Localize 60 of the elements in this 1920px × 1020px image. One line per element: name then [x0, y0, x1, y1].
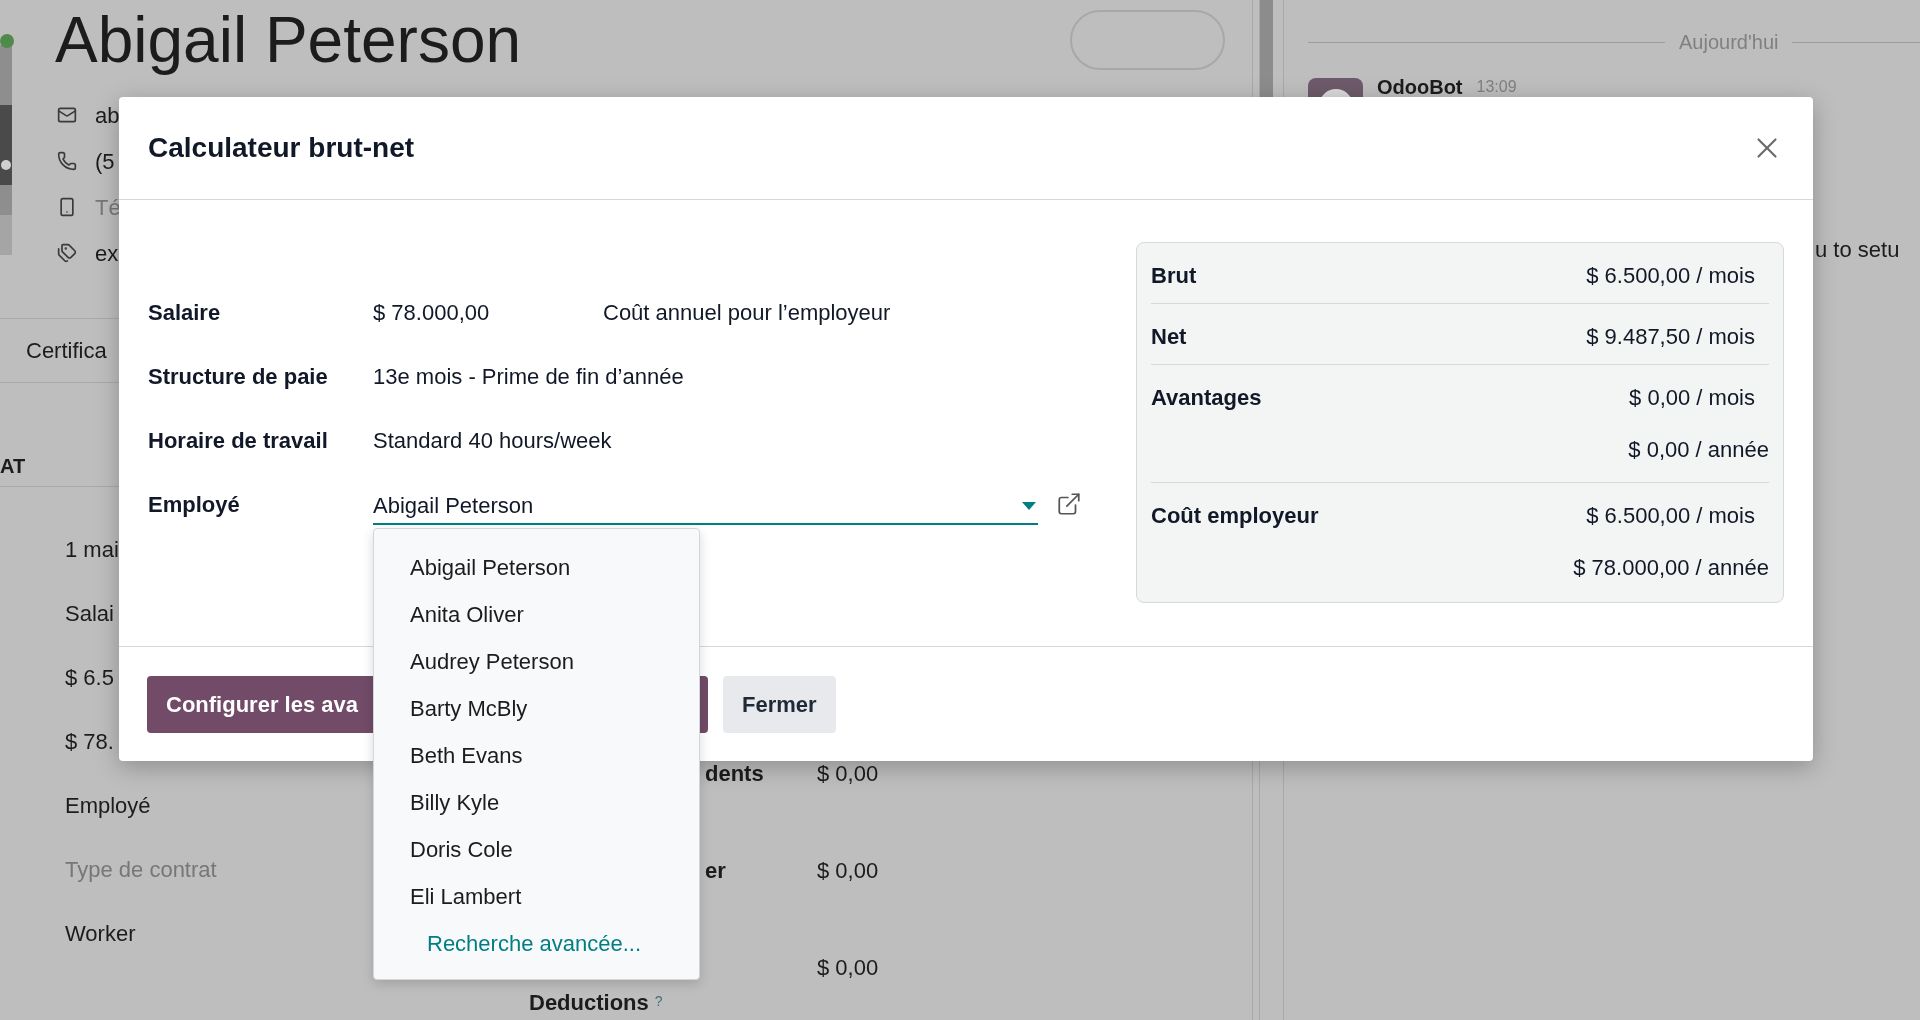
field-label: Horaire de travail [148, 427, 329, 455]
contact-text: ex [95, 239, 119, 268]
field-label: Employé [148, 491, 241, 519]
field-label: er [705, 858, 726, 883]
section-label: Deductions [529, 992, 649, 1014]
mobile-phone-icon [57, 197, 77, 217]
contact-text: Té [95, 193, 121, 222]
amount-value: $ 0,00 [817, 760, 879, 788]
dropdown-option[interactable]: Beth Evans [374, 732, 699, 779]
field-value: 13e mois - Prime de fin d’année [373, 363, 684, 391]
advanced-search-link[interactable]: Recherche avancée... [374, 920, 699, 967]
field-text: Worker [65, 919, 136, 948]
author-name: OdooBot [1377, 78, 1463, 96]
employee-name: Abigail Peterson [55, 4, 522, 76]
summary-value: $ 78.000,00 / année [1573, 554, 1769, 582]
field-text: 1 mai [65, 535, 119, 564]
dropdown-option[interactable]: Barty McBly [374, 685, 699, 732]
field-label: Structure de paie [148, 363, 329, 391]
dropdown-option[interactable]: Anita Oliver [374, 591, 699, 638]
caret-icon [1022, 502, 1036, 510]
employee-select[interactable]: Abigail Peterson [373, 489, 1038, 525]
dropdown-option[interactable]: Abigail Peterson [374, 544, 699, 591]
dropdown-option[interactable]: Eli Lambert [374, 873, 699, 920]
envelope-icon [57, 105, 77, 125]
dialog-title: Calculateur brut-net [148, 131, 415, 165]
summary-value: $ 0,00 / année [1628, 436, 1769, 464]
field-note: Coût annuel pour l’employeur [603, 299, 891, 327]
summary-value: $ 9.487,50 / mois [1586, 323, 1755, 351]
tab[interactable]: Certifica [26, 334, 107, 367]
summary-value: $ 0,00 / mois [1629, 384, 1755, 412]
dropdown-option[interactable]: Billy Kyle [374, 779, 699, 826]
field-value: $ 78.000,00 [373, 299, 491, 327]
contact-text: (5 [95, 147, 115, 176]
external-link-icon[interactable] [1056, 491, 1082, 517]
field-text: Type de contrat [65, 855, 217, 884]
summary-label: Coût employeur [1151, 502, 1320, 530]
section-title: AT [0, 454, 26, 479]
message-text: u to setu [1815, 237, 1900, 262]
amount-value: $ 0,00 [817, 857, 879, 885]
field-value: Standard 40 hours/week [373, 427, 612, 455]
amount-value: $ 0,00 [817, 953, 879, 982]
summary-value: $ 6.500,00 / mois [1586, 262, 1755, 290]
tags-icon [57, 243, 77, 263]
dropdown-option[interactable]: Doris Cole [374, 826, 699, 873]
summary-label: Net [1151, 323, 1188, 351]
dropdown-option[interactable]: Audrey Peterson [374, 638, 699, 685]
phone-icon [57, 151, 77, 171]
field-label: dents [705, 761, 764, 786]
date-separator: Aujourd'hui [1679, 30, 1779, 55]
field-text: Salai [65, 599, 114, 628]
summary-label: Brut [1151, 262, 1198, 290]
contact-text: ab [95, 101, 120, 130]
close-dialog-button[interactable]: Fermer [723, 676, 836, 733]
field-text: $ 6.5 [65, 663, 114, 692]
field-label: Salaire [148, 299, 222, 327]
message-time: 13:09 [1476, 78, 1517, 96]
summary-value: $ 6.500,00 / mois [1586, 502, 1755, 530]
summary-label: Avantages [1151, 384, 1263, 412]
field-text: $ 78. [65, 727, 114, 756]
field-text: Employé [65, 791, 151, 820]
